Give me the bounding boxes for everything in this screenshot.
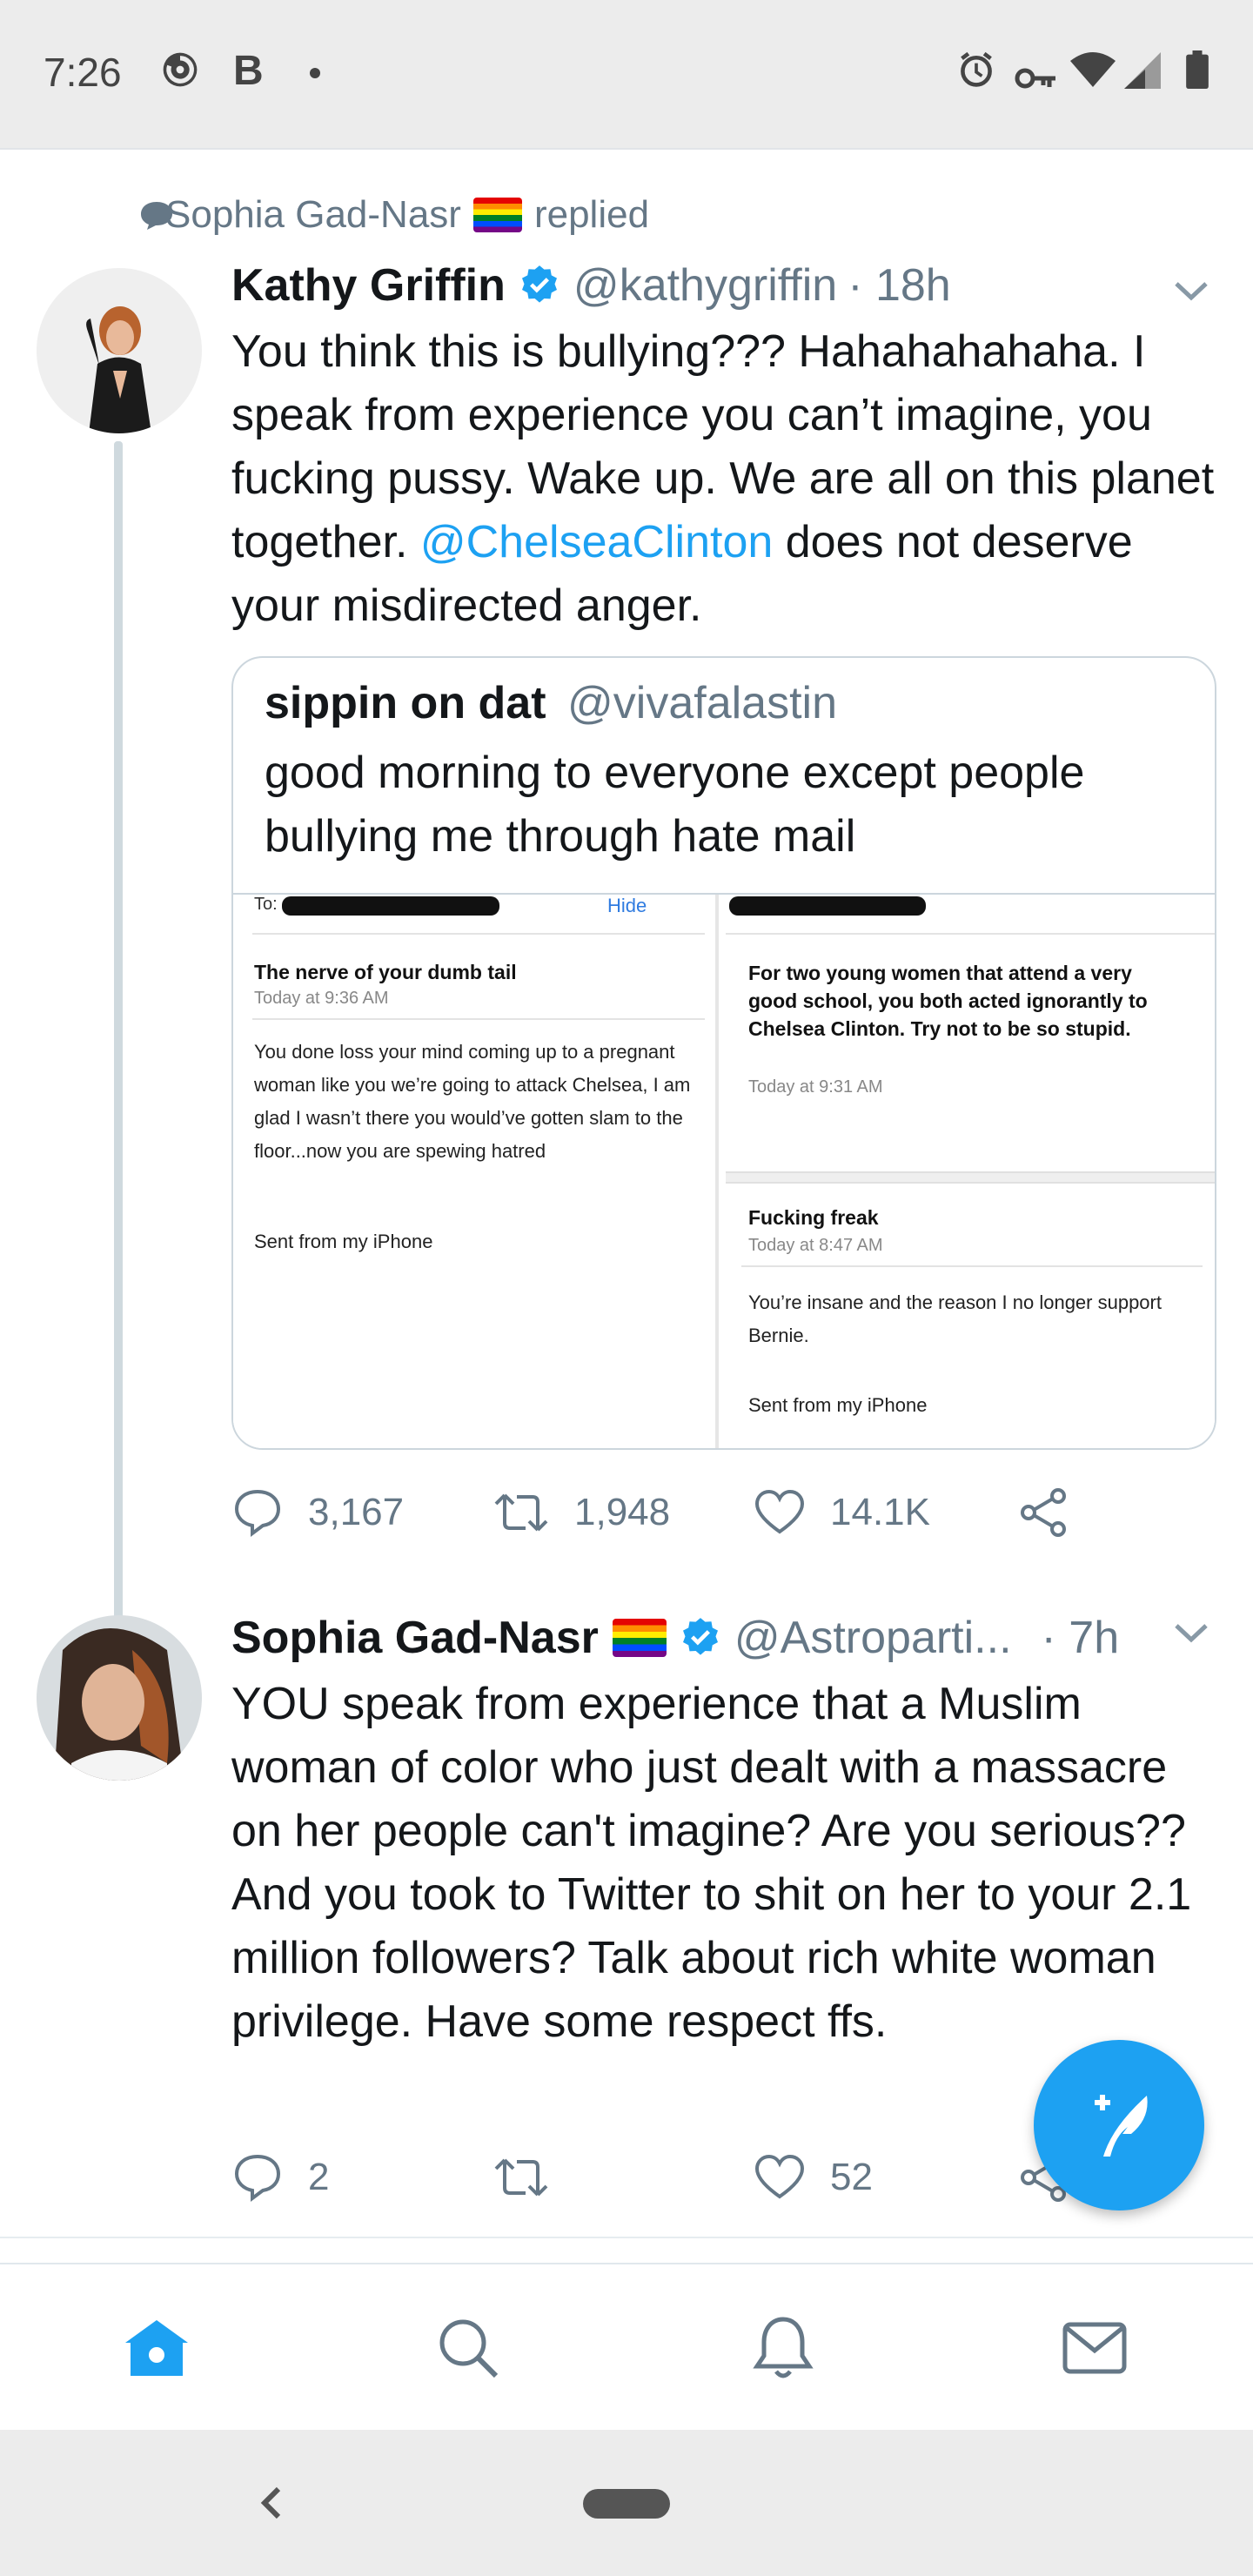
mail-separator [252,933,705,935]
avatar-sophia-gad-nasr[interactable] [37,1615,202,1781]
notifications-icon [753,2317,814,2378]
back-icon[interactable] [252,2477,287,2529]
sync-app-icon [163,52,198,87]
mail-date: Today at 9:31 AM [748,1077,883,1097]
mail-hide-link: Hide [607,895,647,916]
tweet-time: · 18h [848,260,951,311]
redaction-bar [282,896,499,916]
quote-header: sippin on dat @vivafalastin [265,677,837,729]
author-handle[interactable]: @Astroparti... [734,1612,1012,1664]
search-icon [439,2319,499,2378]
mail-divider [726,1171,1215,1184]
email-screenshot-left: To: Hide The nerve of your dumb tail Tod… [233,895,719,1448]
tweet-text: YOU speak from experience that a Muslim … [231,1679,1192,2047]
share-button[interactable] [1018,1485,1095,1540]
mail-separator [726,933,1215,935]
reply-button[interactable]: 2 [231,2150,329,2205]
mail-to-label: To: [254,895,278,914]
mail-body: You’re insane and the reason I no longer… [748,1291,1162,1346]
nav-home[interactable] [122,2313,191,2383]
mention-link[interactable]: @ChelseaClinton [420,517,773,567]
alarm-icon [961,51,992,87]
mail-separator [252,1018,705,1020]
rainbow-flag-emoji [612,1619,667,1657]
mail-signature: Sent from my iPhone [748,1394,928,1416]
like-button[interactable]: 14.1K [754,1485,930,1540]
tweet-time: · 7h [1041,1613,1120,1663]
reply-count: 3,167 [308,1491,405,1533]
retweet-button[interactable]: 1,948 [492,1485,670,1540]
like-count: 52 [830,2156,873,2198]
verified-icon [521,265,557,303]
like-count: 14.1K [830,1491,930,1533]
reply-count: 2 [308,2156,330,2198]
author-handle[interactable]: @kathygriffin [573,259,837,312]
mail-subject: The nerve of your dumb tail [254,961,517,983]
like-button[interactable]: 52 [754,2150,873,2205]
mail-date: Today at 8:47 AM [748,1236,883,1255]
mail-subject: Fucking freak [748,1206,879,1229]
timeline-divider [0,2237,1253,2238]
status-time: 7:26 [44,50,122,95]
reply-icon [234,2154,281,2202]
nav-notifications[interactable] [748,2313,818,2383]
nav-messages[interactable] [1060,2313,1129,2383]
reply-button[interactable]: 3,167 [231,1485,404,1540]
avatar-kathy-griffin[interactable] [37,268,202,433]
retweet-icon [494,1493,548,1532]
status-bar: 7:26 B [0,0,1253,150]
signal-icon [1124,52,1161,89]
compose-tweet-button[interactable] [1034,2040,1204,2210]
thread-line [114,441,123,1747]
retweet-count: 1,948 [574,1491,671,1533]
mail-date: Today at 9:36 AM [254,989,389,1008]
rainbow-flag-emoji [472,198,522,232]
home-icon [125,2320,188,2376]
context-action: replied [533,193,650,236]
mail-body-top: For two young women that attend a very g… [748,962,1148,1040]
social-context[interactable]: Sophia Gad-Nasr replied [141,193,650,237]
mail-separator [741,1265,1203,1267]
b-app-icon: B [233,48,264,94]
more-notifications-dot [310,68,320,78]
quoted-tweet[interactable]: sippin on dat @vivafalastin good morning… [231,656,1216,1450]
battery-icon [1186,50,1209,89]
timeline[interactable]: Sophia Gad-Nasr replied Kathy Griffin @k… [0,150,1253,2263]
tweet-header[interactable]: Sophia Gad-Nasr @Astroparti... · 7h [231,1610,1119,1666]
chevron-down-icon[interactable] [1173,280,1209,303]
quote-media-image[interactable]: To: Hide The nerve of your dumb tail Tod… [233,893,1215,1448]
like-icon [754,1489,805,1534]
bottom-navigation [0,2263,1253,2430]
compose-icon [1095,2095,1148,2157]
system-navigation-bar [0,2430,1253,2576]
quote-author-name: sippin on dat [265,678,546,728]
tweet-text: You think this is bullying??? Hahahahaha… [231,320,1223,638]
retweet-icon [494,2158,548,2197]
context-name: Sophia Gad-Nasr [165,193,461,236]
retweet-button[interactable] [492,2150,574,2205]
vpn-key-icon [1015,68,1055,89]
mail-body: You done loss your mind coming up to a p… [254,1041,691,1162]
nav-search[interactable] [433,2313,503,2383]
messages-icon [1062,2322,1127,2374]
author-name[interactable]: Kathy Griffin [231,259,506,312]
verified-icon [682,1618,718,1655]
author-name[interactable]: Sophia Gad-Nasr [231,1612,599,1664]
mail-signature: Sent from my iPhone [254,1231,433,1252]
quote-text: good morning to everyone except people b… [265,748,1085,862]
reply-icon [234,1489,281,1537]
redaction-bar [729,896,926,916]
share-icon [1021,1488,1066,1537]
wifi-icon [1070,52,1116,87]
like-icon [754,2154,805,2199]
home-pill[interactable] [583,2489,670,2519]
tweet-header[interactable]: Kathy Griffin @kathygriffin · 18h [231,258,951,313]
tweet-actions: 3,167 1,948 14.1K [231,1485,1223,1540]
chevron-down-icon[interactable] [1173,1622,1209,1645]
reply-context-icon [141,202,172,230]
quote-author-handle: @vivafalastin [566,678,838,728]
